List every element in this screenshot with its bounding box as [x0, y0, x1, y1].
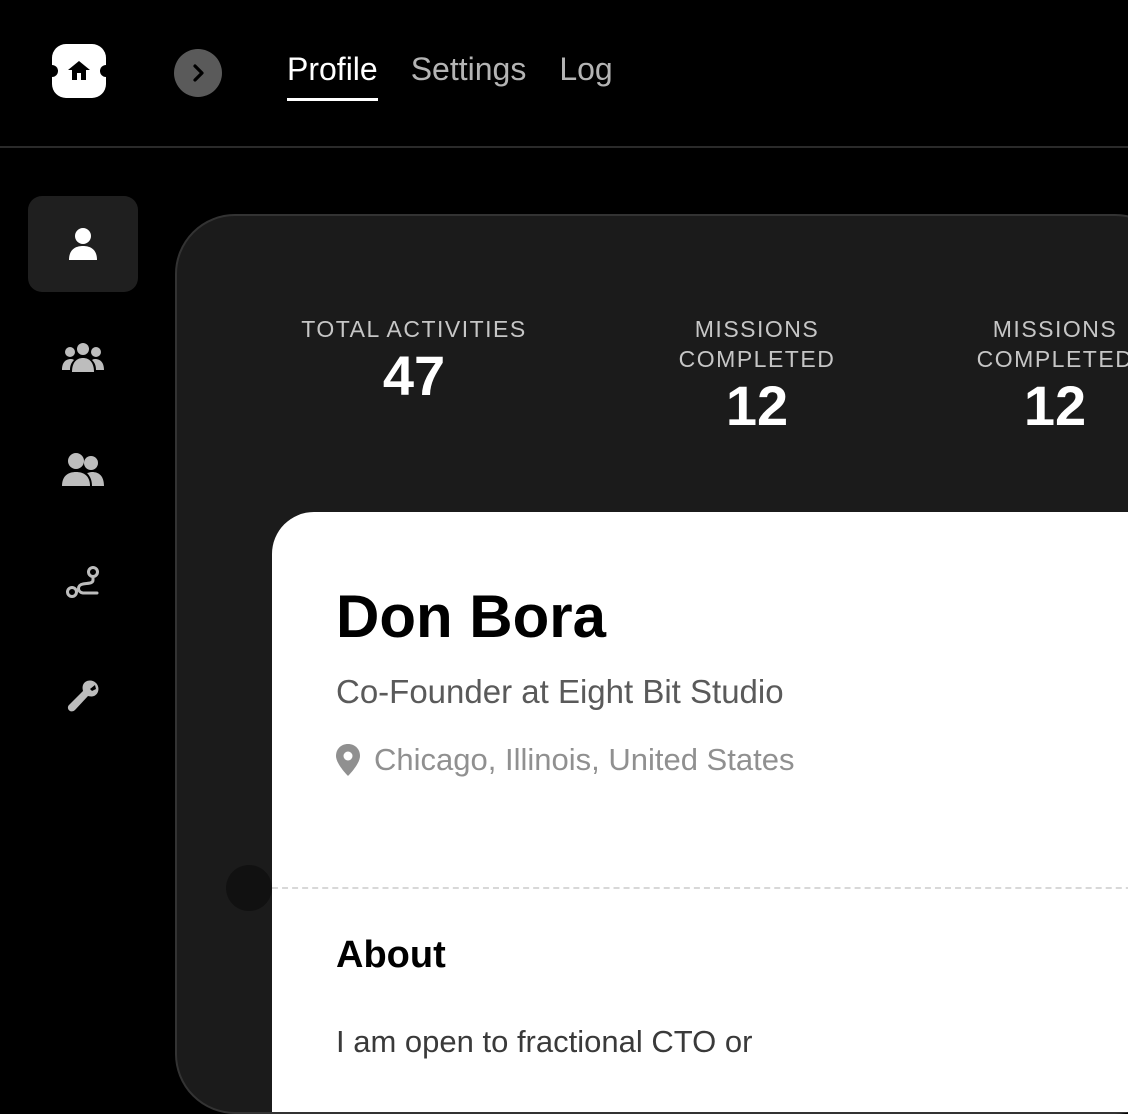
tab-log[interactable]: Log	[559, 50, 612, 101]
location-text: Chicago, Illinois, United States	[374, 742, 795, 777]
chevron-right-icon	[193, 64, 204, 82]
about-text: I am open to fractional CTO or	[336, 1024, 753, 1059]
sidebar	[28, 196, 138, 761]
tab-bar: Profile Settings Log	[287, 50, 613, 101]
users-icon	[62, 453, 104, 486]
stat-total-activities: TOTAL ACTIVITIES 47	[277, 314, 551, 408]
divider	[272, 887, 1128, 889]
location-pin-icon	[336, 744, 360, 776]
user-icon	[69, 228, 97, 260]
sidebar-item-team[interactable]	[28, 309, 138, 405]
profile-card: Don Bora Co-Founder at Eight Bit Studio …	[272, 512, 1128, 1112]
stat-label-line1: MISSIONS	[694, 316, 820, 342]
tab-profile[interactable]: Profile	[287, 50, 378, 101]
tab-settings[interactable]: Settings	[411, 50, 527, 101]
stat-label-line1: MISSIONS	[992, 316, 1118, 342]
stat-label-line2: COMPLETED	[678, 346, 836, 372]
wrench-icon	[67, 680, 99, 712]
route-icon	[66, 566, 99, 598]
profile-location: Chicago, Illinois, United States	[336, 742, 794, 778]
expand-nav-button[interactable]	[174, 49, 222, 97]
stat-value: 47	[382, 344, 446, 407]
home-icon	[68, 61, 90, 80]
about-heading: About	[336, 934, 446, 976]
profile-role: Co-Founder at Eight Bit Studio	[336, 673, 784, 710]
stat-label: TOTAL ACTIVITIES	[301, 316, 527, 342]
sidebar-item-routes[interactable]	[28, 535, 138, 631]
sidebar-item-profile[interactable]	[28, 196, 138, 292]
stat-value: 12	[1023, 374, 1087, 437]
stat-missions-completed-duplicate: MISSIONS COMPLETED 12	[955, 314, 1128, 438]
sidebar-item-users[interactable]	[28, 422, 138, 518]
team-icon	[62, 343, 104, 372]
stat-value: 12	[725, 374, 789, 437]
stat-missions-completed: MISSIONS COMPLETED 12	[657, 314, 857, 438]
app-logo[interactable]	[46, 44, 112, 98]
profile-name: Don Bora	[336, 583, 606, 650]
sidebar-item-tools[interactable]	[28, 648, 138, 744]
stat-label-line2: COMPLETED	[976, 346, 1128, 372]
top-bar: Profile Settings Log	[0, 0, 1128, 148]
decorative-circle	[226, 865, 272, 911]
